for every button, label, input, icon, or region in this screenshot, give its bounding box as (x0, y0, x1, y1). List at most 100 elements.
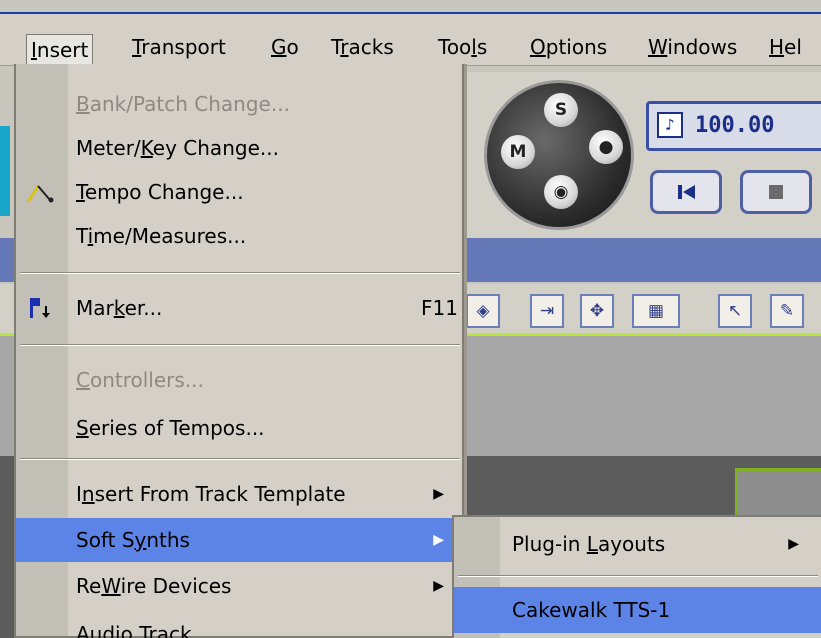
menu-insert[interactable]: Insert (26, 34, 94, 66)
menu-item-controllers[interactable]: Controllers... (16, 358, 462, 402)
marker-mnemonic: k (113, 296, 125, 320)
window-title-strip (0, 0, 821, 14)
menu-item-tempo-change[interactable]: Tempo Change... (16, 170, 462, 214)
menu-windows-mnemonic: W (648, 35, 668, 59)
snap-tool-icon[interactable]: ◈ (466, 294, 500, 328)
menubar: Insert Transport Go Tracks Tools Options… (0, 14, 821, 66)
menu-options-mnemonic: O (530, 35, 546, 59)
meter-key-label: ey Change... (152, 136, 279, 160)
tempo-value: 100.00 (695, 113, 775, 138)
soft-synths-submenu: Plug-in Layouts ▶ Cakewalk TTS-1 (452, 515, 821, 638)
plugin-layouts-label-prefix: Plug-in (512, 532, 587, 556)
tempo-icon (26, 180, 54, 204)
menu-item-rewire-devices[interactable]: ReWire Devices ▶ (16, 564, 462, 608)
menu-item-marker[interactable]: Marker... F11 (16, 286, 462, 330)
stop-icon (769, 185, 783, 199)
bank-patch-label: ank/Patch Change... (89, 92, 290, 116)
marker-flag-icon (26, 296, 54, 320)
menu-separator (20, 458, 460, 460)
zoom-vertical-icon[interactable]: ⇥ (530, 294, 564, 328)
mute-button[interactable]: M (501, 135, 535, 169)
series-tempos-mnemonic: S (76, 416, 89, 440)
rewire-mnemonic: W (101, 574, 121, 598)
menu-tracks[interactable]: Tracks (327, 32, 398, 66)
move-icon[interactable]: ✥ (580, 294, 614, 328)
record-arm-button[interactable]: ● (589, 130, 623, 164)
menu-help-mnemonic: H (769, 35, 785, 59)
menu-item-bank-patch-change[interactable]: Bank/Patch Change... (16, 82, 462, 126)
menu-go-label: o (286, 35, 299, 59)
menu-transport-mnemonic: T (132, 35, 142, 59)
menu-insert-label: nsert (36, 38, 89, 62)
submenu-separator (458, 575, 818, 577)
input-echo-icon[interactable]: ◉ (544, 175, 578, 209)
menu-tracks-label: acks (348, 35, 394, 59)
pencil-icon[interactable]: ✎ (770, 294, 804, 328)
audio-track-label: Audio Track (76, 622, 192, 638)
clip-region[interactable] (735, 468, 821, 518)
menu-tools-label: s (476, 35, 488, 59)
menu-tools-prefix: Too (438, 35, 472, 59)
transport-panel: S M ● ◉ ♪ 100.00 (462, 72, 821, 242)
bank-patch-mnemonic: B (76, 92, 90, 116)
menu-help[interactable]: Hel (765, 32, 806, 66)
track-template-label: sert From Track Template (94, 482, 346, 506)
menu-item-meter-key-change[interactable]: Meter/Key Change... (16, 126, 462, 170)
menu-tools[interactable]: Tools (434, 32, 491, 66)
menu-help-label: el (784, 35, 802, 59)
submenu-arrow-icon: ▶ (433, 578, 444, 594)
track-template-mnemonic: n (81, 482, 95, 506)
meter-key-label-prefix: Meter/ (76, 136, 141, 160)
controllers-mnemonic: C (76, 368, 90, 392)
menu-item-series-of-tempos[interactable]: Series of Tempos... (16, 406, 462, 450)
tempo-display[interactable]: ♪ 100.00 (646, 101, 821, 151)
tempo-change-label: empo Change... (84, 180, 244, 204)
submenu-arrow-icon: ▶ (433, 532, 444, 548)
stop-button[interactable] (740, 170, 812, 214)
menu-item-insert-from-track-template[interactable]: Insert From Track Template ▶ (16, 472, 462, 516)
insert-menu-dropdown: Bank/Patch Change... Meter/Key Change...… (14, 64, 464, 638)
select-arrow-icon[interactable]: ↖ (718, 294, 752, 328)
grid-icon[interactable]: ▦ (632, 294, 680, 328)
tempo-change-mnemonic: T (76, 180, 85, 204)
soft-synths-label-prefix: Soft S (76, 528, 135, 552)
series-tempos-label: eries of Tempos... (88, 416, 265, 440)
menu-go[interactable]: Go (267, 32, 303, 66)
cakewalk-tts1-label: Cakewalk TTS-1 (512, 598, 671, 622)
soft-synths-label: nths (146, 528, 190, 552)
menu-item-soft-synths[interactable]: Soft Synths ▶ (16, 518, 462, 562)
submenu-item-cakewalk-tts1[interactable]: Cakewalk TTS-1 (454, 587, 821, 633)
marker-shortcut: F11 (421, 296, 458, 320)
menu-item-audio-track[interactable]: Audio Track (16, 612, 462, 638)
submenu-arrow-icon: ▶ (788, 536, 799, 552)
meter-key-mnemonic: K (140, 136, 153, 160)
time-measures-label: me/Measures... (93, 224, 247, 248)
left-panel-edge (0, 126, 10, 216)
rewire-label: ire Devices (120, 574, 232, 598)
solo-button[interactable]: S (544, 93, 578, 127)
menu-windows[interactable]: Windows (644, 32, 741, 66)
time-measures-label-prefix: T (76, 224, 88, 248)
rewind-icon (678, 185, 695, 199)
menu-tracks-mnemonic: r (340, 35, 349, 59)
submenu-arrow-icon: ▶ (433, 486, 444, 502)
menu-separator (20, 272, 460, 274)
submenu-item-plugin-layouts[interactable]: Plug-in Layouts ▶ (454, 521, 821, 567)
rewind-button[interactable] (650, 170, 722, 214)
plugin-layouts-mnemonic: L (586, 532, 598, 556)
menu-item-time-measures[interactable]: Time/Measures... (16, 214, 462, 258)
menu-separator (20, 344, 460, 346)
metronome-icon[interactable]: ♪ (657, 112, 683, 138)
controllers-label: ontrollers... (89, 368, 204, 392)
menu-go-mnemonic: G (271, 35, 287, 59)
menu-transport[interactable]: Transport (128, 32, 230, 66)
marker-label: er... (124, 296, 163, 320)
menu-tracks-prefix: T (331, 35, 341, 59)
rewire-label-prefix: Re (76, 574, 102, 598)
transport-orb: S M ● ◉ (484, 80, 634, 230)
menu-windows-label: indows (667, 35, 738, 59)
menu-transport-label: ransport (141, 35, 226, 59)
plugin-layouts-label: ayouts (597, 532, 666, 556)
menu-options-label: ptions (545, 35, 608, 59)
menu-options[interactable]: Options (526, 32, 611, 66)
